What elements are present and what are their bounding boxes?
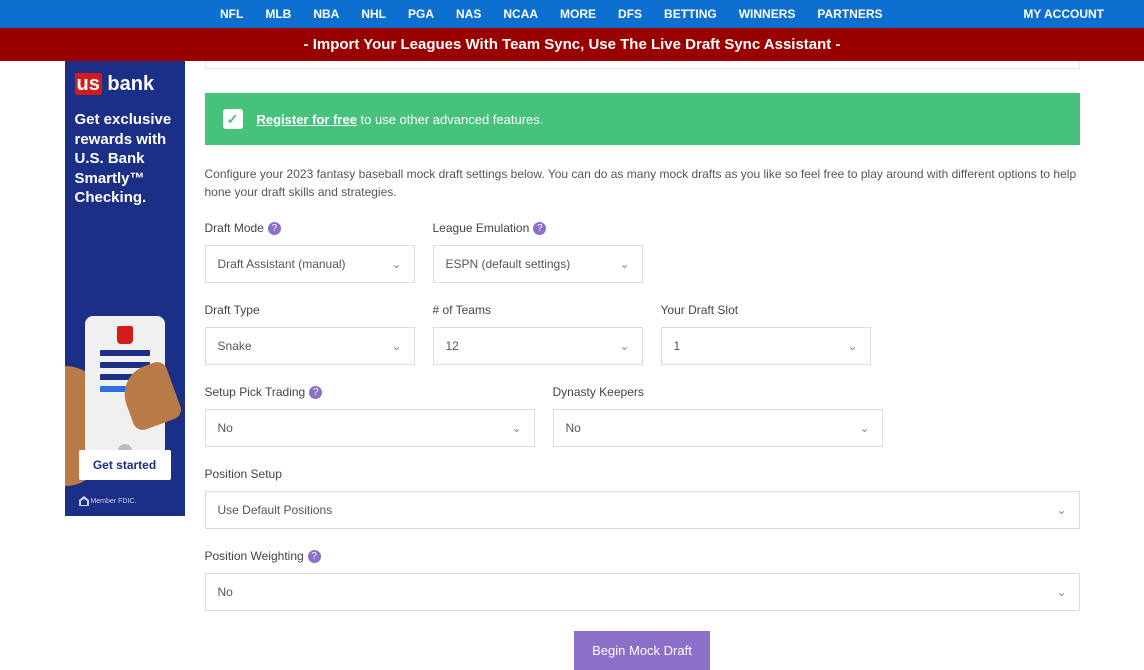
- chevron-down-icon: ⌄: [619, 339, 629, 353]
- announcement-bar[interactable]: - Import Your Leagues With Team Sync, Us…: [0, 28, 1144, 61]
- check-icon: ✓: [223, 109, 243, 129]
- select-draft-mode[interactable]: Draft Assistant (manual)⌄: [205, 245, 415, 283]
- ad-logo: us bank: [75, 73, 175, 96]
- main-content: ✓ Register for free to use other advance…: [205, 61, 1080, 670]
- nav-ncaa[interactable]: NCAA: [503, 7, 538, 21]
- nav-nas[interactable]: NAS: [456, 7, 481, 21]
- label-draft-slot: Your Draft Slot: [661, 303, 871, 317]
- sidebar: us bank Get exclusive rewards with U.S. …: [65, 61, 185, 670]
- nav-nhl[interactable]: NHL: [361, 7, 386, 21]
- nav-mlb[interactable]: MLB: [265, 7, 291, 21]
- chevron-down-icon: ⌄: [1056, 585, 1066, 599]
- top-nav-left: NFL MLB NBA NHL PGA NAS NCAA MORE DFS BE…: [220, 7, 883, 21]
- help-icon[interactable]: ?: [533, 222, 546, 235]
- top-nav: NFL MLB NBA NHL PGA NAS NCAA MORE DFS BE…: [0, 0, 1144, 28]
- select-num-teams[interactable]: 12⌄: [433, 327, 643, 365]
- ad-illustration: [65, 286, 185, 466]
- help-icon[interactable]: ?: [268, 222, 281, 235]
- chevron-down-icon: ⌄: [1056, 503, 1066, 517]
- label-dynasty-keepers: Dynasty Keepers: [553, 385, 883, 399]
- select-draft-slot[interactable]: 1⌄: [661, 327, 871, 365]
- ad-cta-button[interactable]: Get started: [79, 450, 171, 480]
- select-position-weighting[interactable]: No⌄: [205, 573, 1080, 611]
- label-position-weighting: Position Weighting?: [205, 549, 1080, 563]
- begin-mock-draft-button[interactable]: Begin Mock Draft: [574, 631, 710, 670]
- chevron-down-icon: ⌄: [847, 339, 857, 353]
- chevron-down-icon: ⌄: [391, 339, 401, 353]
- nav-more[interactable]: MORE: [560, 7, 596, 21]
- select-pick-trading[interactable]: No⌄: [205, 409, 535, 447]
- help-icon[interactable]: ?: [309, 386, 322, 399]
- select-league-emulation[interactable]: ESPN (default settings)⌄: [433, 245, 643, 283]
- select-draft-type[interactable]: Snake⌄: [205, 327, 415, 365]
- chevron-down-icon: ⌄: [619, 257, 629, 271]
- nav-winners[interactable]: WINNERS: [739, 7, 796, 21]
- card-top-edge: [205, 61, 1080, 69]
- nav-pga[interactable]: PGA: [408, 7, 434, 21]
- nav-betting[interactable]: BETTING: [664, 7, 717, 21]
- banner-text: Register for free to use other advanced …: [257, 112, 544, 127]
- register-banner: ✓ Register for free to use other advance…: [205, 93, 1080, 145]
- chevron-down-icon: ⌄: [859, 421, 869, 435]
- nav-dfs[interactable]: DFS: [618, 7, 642, 21]
- nav-account[interactable]: MY ACCOUNT: [1023, 7, 1104, 21]
- label-league-emulation: League Emulation?: [433, 221, 643, 235]
- sidebar-ad[interactable]: us bank Get exclusive rewards with U.S. …: [65, 61, 185, 516]
- nav-nba[interactable]: NBA: [313, 7, 339, 21]
- label-draft-mode: Draft Mode?: [205, 221, 415, 235]
- equal-housing-icon: [79, 496, 89, 506]
- nav-partners[interactable]: PARTNERS: [817, 7, 882, 21]
- chevron-down-icon: ⌄: [391, 257, 401, 271]
- ad-footer: Member FDIC.: [79, 496, 137, 506]
- register-link[interactable]: Register for free: [257, 112, 357, 127]
- label-num-teams: # of Teams: [433, 303, 643, 317]
- chevron-down-icon: ⌄: [511, 421, 521, 435]
- ad-headline: Get exclusive rewards with U.S. Bank Sma…: [75, 110, 175, 208]
- label-position-setup: Position Setup: [205, 467, 1080, 481]
- help-icon[interactable]: ?: [308, 550, 321, 563]
- nav-nfl[interactable]: NFL: [220, 7, 243, 21]
- select-dynasty-keepers[interactable]: No⌄: [553, 409, 883, 447]
- label-draft-type: Draft Type: [205, 303, 415, 317]
- page-description: Configure your 2023 fantasy baseball moc…: [205, 165, 1080, 201]
- label-pick-trading: Setup Pick Trading?: [205, 385, 535, 399]
- select-position-setup[interactable]: Use Default Positions⌄: [205, 491, 1080, 529]
